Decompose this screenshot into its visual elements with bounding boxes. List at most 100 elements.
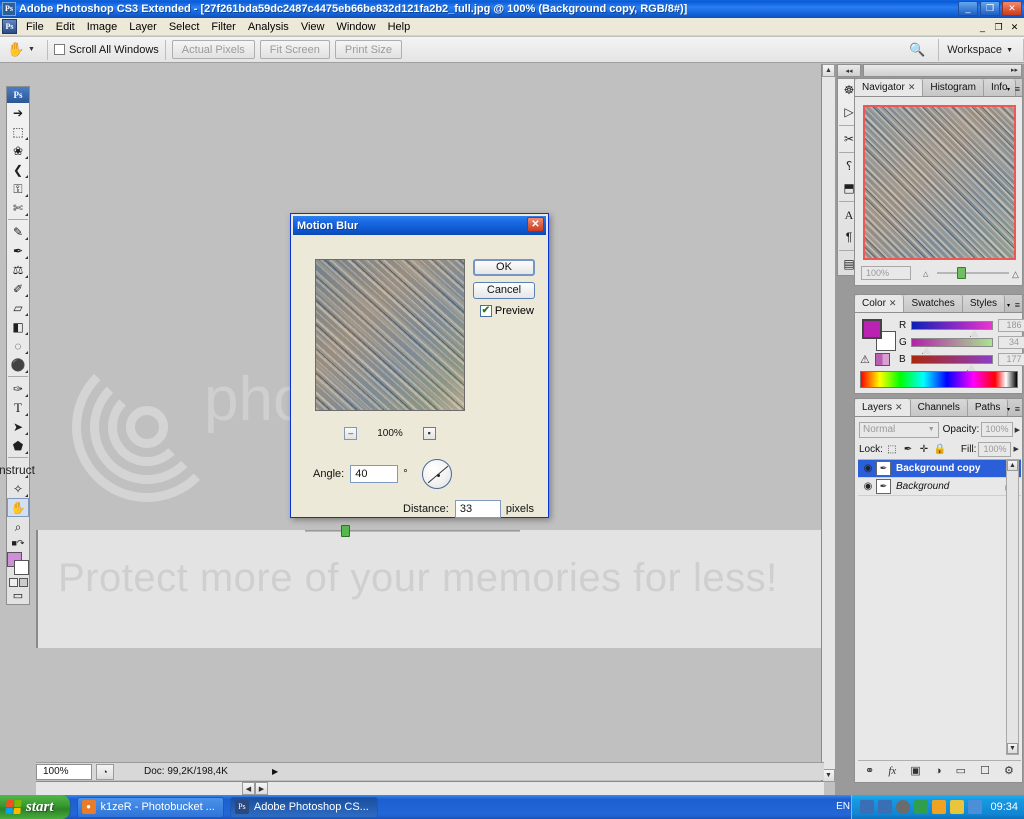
checkbox-box[interactable] [53, 44, 65, 55]
angle-dial[interactable] [421, 459, 452, 489]
navigator-thumbnail[interactable] [863, 105, 1016, 260]
go-to-bridge-icon[interactable]: 🔍 [906, 41, 928, 59]
messenger-icon[interactable] [932, 800, 947, 814]
tab-channels[interactable]: Channels [910, 399, 968, 416]
distance-input[interactable]: 33 [454, 500, 501, 518]
new-group-icon[interactable]: ▭ [956, 764, 966, 777]
menu-analysis[interactable]: Analysis [242, 20, 295, 34]
move-tool[interactable]: ➔ [7, 103, 29, 122]
fill-arrow-icon[interactable]: ▶ [1013, 445, 1018, 453]
navigator-zoom-field[interactable]: 100% [861, 266, 911, 280]
workspace-label[interactable]: Workspace [947, 44, 1002, 56]
color-panel-menu-icon[interactable]: ≡ [1015, 300, 1020, 310]
doc-restore-button[interactable]: ❐ [991, 20, 1006, 34]
lock-all-icon[interactable]: 🔒 [933, 442, 947, 456]
table-row[interactable]: ◉ ✒ Background 🔒 [858, 478, 1021, 496]
channel-b-thumb[interactable] [967, 364, 976, 371]
distance-slider[interactable] [305, 525, 533, 537]
fit-screen-button[interactable]: Fit Screen [259, 40, 330, 59]
rectangular-marquee-tool[interactable]: ⬚ [7, 122, 29, 141]
eraser-tool[interactable]: ▱ [7, 298, 29, 317]
checkbox-checked-icon[interactable]: ✔ [479, 305, 492, 317]
scroll-left-arrow-icon[interactable]: ◀ [242, 782, 255, 795]
menu-file[interactable]: File [20, 20, 50, 34]
close-button[interactable]: ✕ [1002, 1, 1022, 16]
actual-pixels-button[interactable]: Actual Pixels [171, 40, 255, 59]
delete-layer-icon[interactable]: ⚙ [1004, 764, 1014, 777]
zoom-out-button[interactable]: – [344, 426, 358, 440]
zoom-level-field[interactable]: 100% [36, 763, 92, 780]
lock-position-icon[interactable]: ✛ [917, 442, 931, 456]
background-color-swatch[interactable] [14, 560, 29, 575]
language-indicator[interactable]: EN [836, 801, 850, 812]
chevron-down-icon[interactable]: ▼ [928, 426, 935, 433]
layer-thumbnail[interactable]: ✒ [876, 479, 891, 494]
brush-tool[interactable]: ✒ [7, 241, 29, 260]
opacity-arrow-icon[interactable]: ▶ [1015, 426, 1020, 434]
custom-shape-tool[interactable]: ⬟ [7, 436, 29, 455]
color-panel-caret-icon[interactable]: ▾ [1007, 302, 1010, 309]
lock-image-icon[interactable]: ✒ [901, 442, 915, 456]
tab-layers[interactable]: Layers ✕ [855, 399, 911, 416]
close-icon[interactable]: ✕ [889, 298, 897, 309]
out-of-gamut-swatch[interactable] [875, 353, 890, 366]
close-icon[interactable]: ✕ [908, 82, 916, 93]
filter-preview-thumbnail[interactable] [315, 259, 465, 411]
menu-select[interactable]: Select [163, 20, 206, 34]
dock-collapse-grip[interactable]: ◂◂ [837, 64, 861, 77]
status-menu-arrow-icon[interactable]: ▶ [272, 767, 278, 776]
distance-slider-track[interactable] [305, 530, 520, 532]
fill-value[interactable]: 100% [978, 441, 1012, 457]
channel-r-value[interactable]: 186 [998, 319, 1024, 332]
navigator-zoom-slider-thumb[interactable] [957, 267, 966, 279]
channel-g-value[interactable]: 34 [998, 336, 1024, 349]
clock[interactable]: 09:34 [990, 801, 1018, 813]
zoom-out-mountain-icon[interactable]: △ [923, 270, 928, 278]
healing-brush-tool[interactable]: ✎ [7, 222, 29, 241]
swap-colors-icon[interactable]: ■↷ [7, 536, 29, 550]
navigator-panel-caret-icon[interactable]: ▾ [1007, 86, 1010, 93]
tab-info[interactable]: Info [983, 79, 1016, 96]
channel-b-value[interactable]: 177 [998, 353, 1024, 366]
table-row[interactable]: ◉ ✒ Background copy [858, 460, 1021, 478]
preview-checkbox[interactable]: ✔ Preview [479, 305, 534, 317]
channel-r-slider[interactable] [911, 321, 993, 337]
zoom-in-mountain-icon[interactable]: △ [1012, 269, 1019, 280]
dialog-close-button[interactable]: ✕ [527, 217, 544, 232]
menu-image[interactable]: Image [81, 20, 124, 34]
scroll-all-windows-checkbox[interactable]: Scroll All Windows [53, 44, 159, 56]
out-of-gamut-warning-icon[interactable]: ⚠ [860, 353, 870, 366]
scroll-up-arrow-icon[interactable]: ▲ [822, 64, 835, 77]
clone-stamp-tool[interactable]: ⚖ [7, 260, 29, 279]
workspace-chevron-down-icon[interactable]: ▼ [1006, 47, 1013, 54]
history-brush-tool[interactable]: ✐ [7, 279, 29, 298]
hand-tool[interactable]: ✋ [7, 498, 29, 517]
updater-icon[interactable] [950, 800, 965, 814]
restore-button[interactable]: ❐ [980, 1, 1000, 16]
blur-tool[interactable]: ◌ [7, 336, 29, 355]
antivirus-icon[interactable] [914, 800, 929, 814]
tab-histogram[interactable]: Histogram [923, 79, 984, 96]
magic-wand-tool[interactable]: ❮ [7, 160, 29, 179]
doc-minimize-button[interactable]: _ [975, 20, 990, 34]
tab-paths[interactable]: Paths [967, 399, 1009, 416]
start-button[interactable]: start [0, 795, 71, 819]
volume-icon[interactable] [896, 800, 911, 814]
menu-help[interactable]: Help [382, 20, 417, 34]
angle-input[interactable]: 40 [350, 465, 399, 483]
menu-edit[interactable]: Edit [50, 20, 81, 34]
blend-mode-select[interactable]: Normal ▼ [859, 421, 939, 438]
menu-filter[interactable]: Filter [205, 20, 241, 34]
navigator-zoom-slider-track[interactable] [937, 272, 1009, 274]
layer-thumbnail[interactable]: ✒ [876, 461, 891, 476]
standard-mode-icon[interactable] [8, 578, 18, 587]
taskbar-item-firefox[interactable]: ● k1zeR - Photobucket ... [76, 796, 224, 818]
lock-transparent-icon[interactable]: ⬚ [885, 442, 899, 456]
dock-expand-arrows-icon[interactable]: ▸▸ [1011, 66, 1018, 74]
status-thumbnail-icon[interactable]: ◔ [96, 763, 114, 780]
panel-dock-grip[interactable]: ▸▸ [863, 64, 1022, 77]
menu-window[interactable]: Window [330, 20, 381, 34]
network-icon[interactable] [860, 800, 875, 814]
color-spectrum-ramp[interactable] [860, 371, 1018, 388]
close-icon[interactable]: ✕ [895, 402, 903, 413]
